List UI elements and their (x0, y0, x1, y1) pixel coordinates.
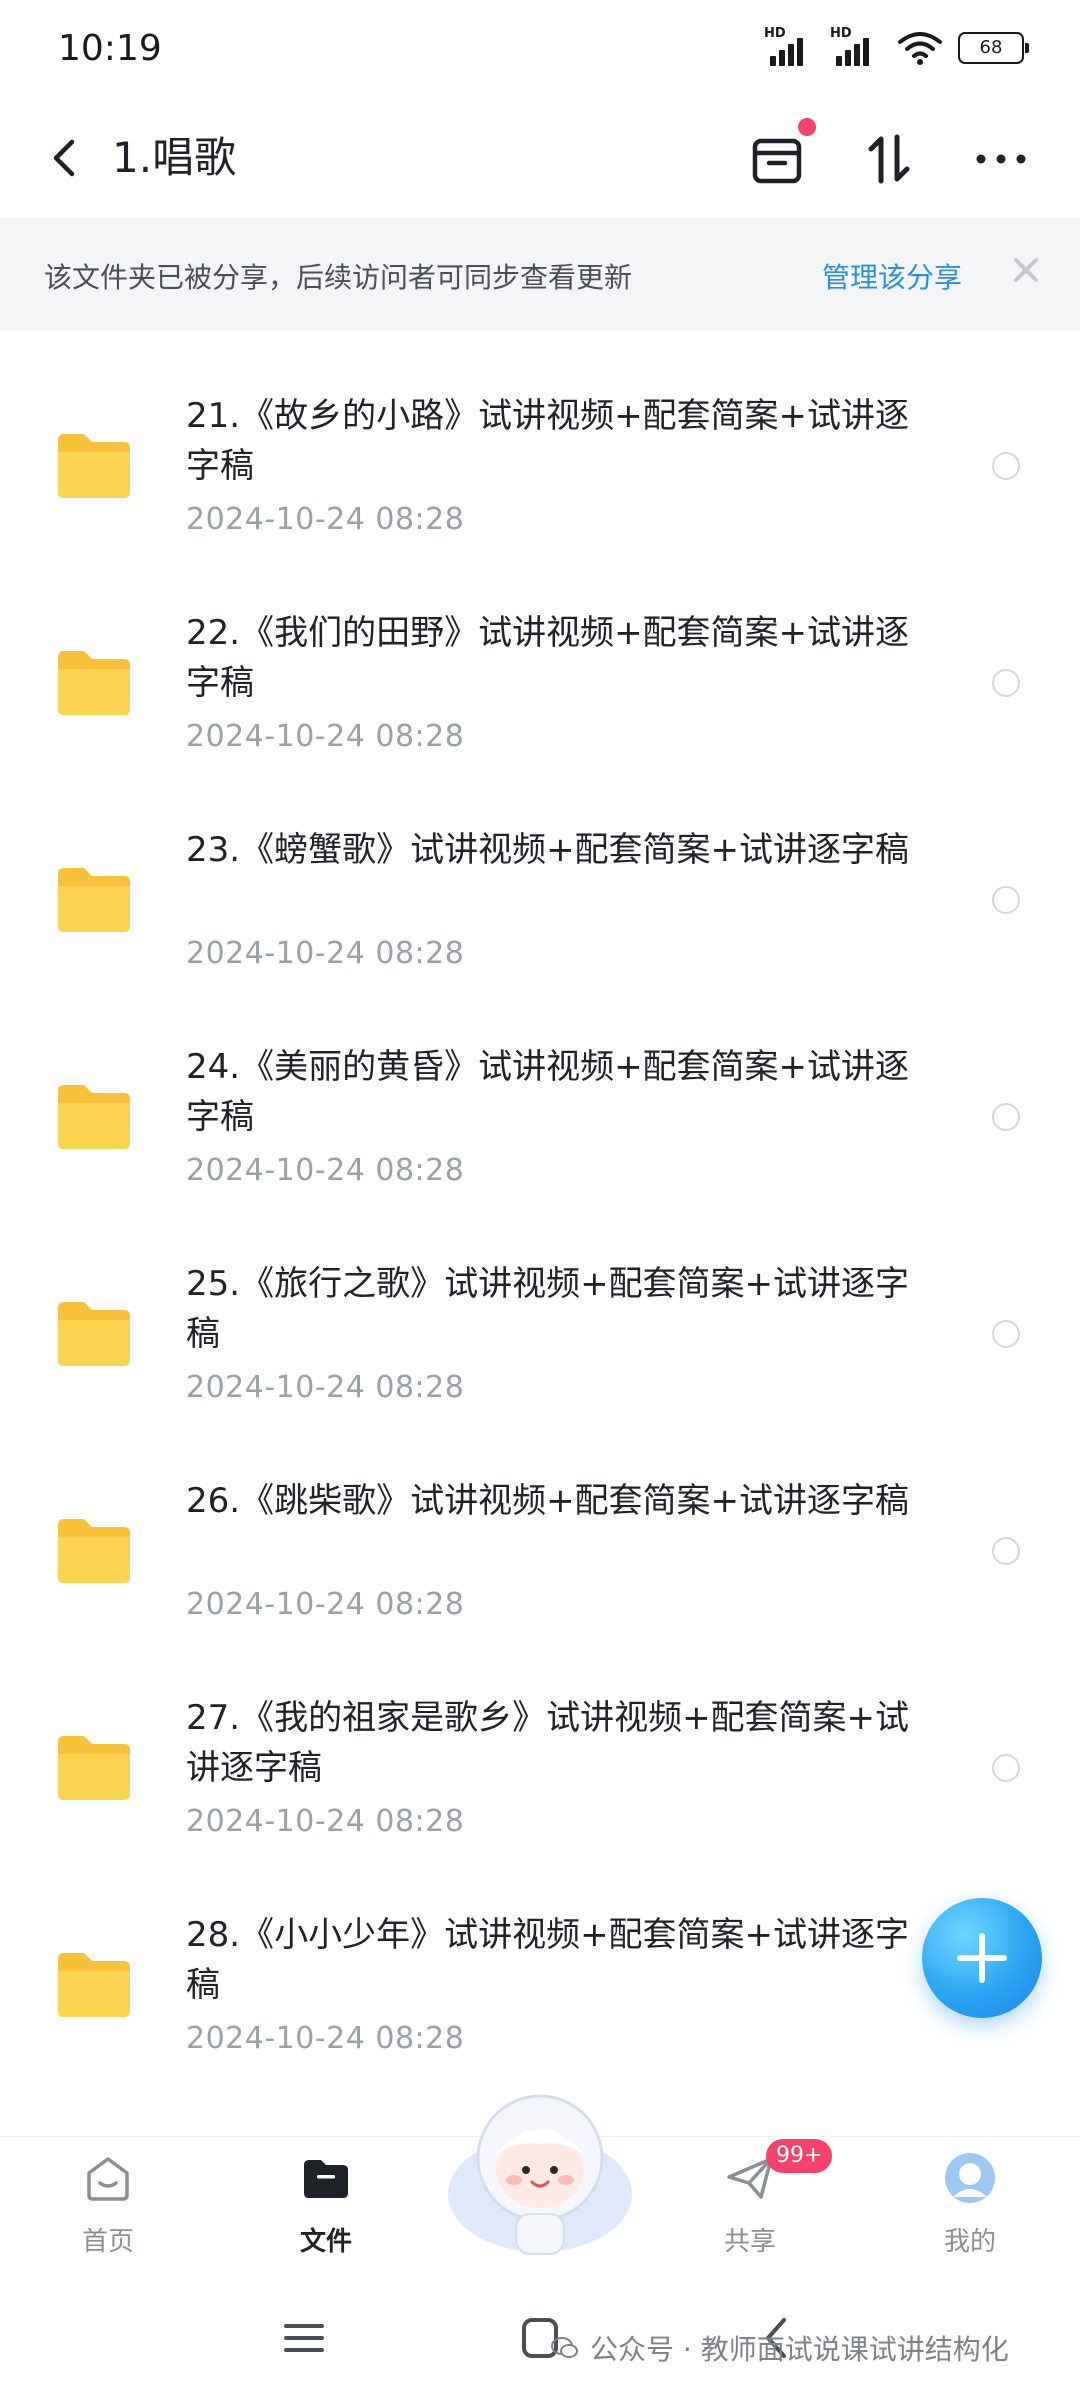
file-name: 27.《我的祖家是歌乡》试讲视频+配套简案+试讲逐字稿 (186, 1698, 910, 1788)
close-icon[interactable] (1006, 250, 1046, 290)
sort-button[interactable] (854, 124, 924, 194)
nav-share[interactable]: 99+ 共享 (690, 2139, 833, 2263)
notification-dot (798, 118, 816, 136)
file-date: 2024-10-24 08:28 (186, 502, 465, 537)
file-name: 25.《旅行之歌》试讲视频+配套简案+试讲逐字稿 (186, 1264, 910, 1354)
file-name: 21.《故乡的小路》试讲视频+配套简案+试讲逐字稿 (186, 396, 910, 486)
tray-icon (752, 138, 802, 184)
wifi-icon (898, 32, 942, 65)
folder-icon (58, 651, 130, 715)
share-banner-text: 该文件夹已被分享，后续访问者可同步查看更新 (44, 261, 633, 294)
watermark: 公众号 · 教师面试说课试讲结构化 (550, 2328, 1009, 2368)
file-item[interactable]: 25.《旅行之歌》试讲视频+配套简案+试讲逐字稿 2024-10-24 08:2… (0, 1198, 1080, 1415)
file-date: 2024-10-24 08:28 (186, 2021, 465, 2056)
select-checkbox[interactable] (992, 669, 1020, 697)
file-date: 2024-10-24 08:28 (186, 936, 465, 971)
add-button[interactable] (922, 1898, 1042, 2018)
watermark-text: 公众号 · 教师面试说课试讲结构化 (590, 2333, 1009, 2366)
share-banner: 该文件夹已被分享，后续访问者可同步查看更新 管理该分享 (0, 218, 1080, 330)
more-button[interactable] (966, 124, 1036, 194)
nav-home-label: 首页 (81, 2227, 134, 2257)
nav-files[interactable]: 文件 (266, 2143, 386, 2263)
back-arrow-icon[interactable] (44, 130, 84, 186)
file-date: 2024-10-24 08:28 (186, 1153, 465, 1188)
nav-home[interactable]: 首页 (48, 2143, 168, 2263)
signal-icon: HD (764, 26, 816, 66)
nav-me-label: 我的 (943, 2227, 996, 2257)
system-nav-bar: 公众号 · 教师面试说课试讲结构化 (0, 2270, 1080, 2401)
file-item[interactable]: 23.《螃蟹歌》试讲视频+配套简案+试讲逐字稿 2024-10-24 08:28 (0, 764, 1080, 981)
select-checkbox[interactable] (992, 1320, 1020, 1348)
folder-icon (58, 1736, 130, 1800)
folder-icon (58, 868, 130, 932)
menu-icon[interactable] (274, 2310, 334, 2366)
file-name: 23.《螃蟹歌》试讲视频+配套简案+试讲逐字稿 (186, 830, 910, 870)
sort-icon (868, 134, 910, 184)
nav-share-label: 共享 (723, 2227, 776, 2257)
select-checkbox[interactable] (992, 1754, 1020, 1782)
file-date: 2024-10-24 08:28 (186, 1587, 465, 1622)
file-name: 22.《我们的田野》试讲视频+配套简案+试讲逐字稿 (186, 613, 910, 703)
file-item[interactable]: 26.《跳柴歌》试讲视频+配套简案+试讲逐字稿 2024-10-24 08:28 (0, 1415, 1080, 1632)
file-item[interactable]: 24.《美丽的黄昏》试讲视频+配套简案+试讲逐字稿 2024-10-24 08:… (0, 981, 1080, 1198)
select-checkbox[interactable] (992, 1537, 1020, 1565)
file-date: 2024-10-24 08:28 (186, 719, 465, 754)
file-item[interactable]: 28.《小小少年》试讲视频+配套简案+试讲逐字稿 2024-10-24 08:2… (0, 1849, 1080, 2066)
select-checkbox[interactable] (992, 886, 1020, 914)
battery-icon: 68 (958, 32, 1029, 64)
header: 1.唱歌 (0, 100, 1080, 218)
file-item[interactable]: 22.《我们的田野》试讲视频+配套简案+试讲逐字稿 2024-10-24 08:… (0, 547, 1080, 764)
file-date: 2024-10-24 08:28 (186, 1370, 465, 1405)
plus-icon (957, 1933, 1007, 1983)
wechat-icon (551, 2337, 578, 2358)
file-date: 2024-10-24 08:28 (186, 1804, 465, 1839)
share-badge: 99+ (766, 2139, 833, 2173)
status-time: 10:19 (58, 28, 162, 69)
folder-icon (58, 1953, 130, 2017)
file-name: 26.《跳柴歌》试讲视频+配套简案+试讲逐字稿 (186, 1481, 910, 1521)
status-icons: HD HD 68 (764, 26, 1029, 66)
folder-icon (58, 1085, 130, 1149)
folder-icon (58, 434, 130, 498)
select-checkbox[interactable] (992, 1103, 1020, 1131)
mascot-assistant-icon[interactable] (440, 2074, 640, 2264)
folder-icon (304, 2160, 348, 2198)
folder-icon (58, 1519, 130, 1583)
manage-share-link[interactable]: 管理该分享 (822, 256, 962, 296)
file-name: 24.《美丽的黄昏》试讲视频+配套简案+试讲逐字稿 (186, 1047, 910, 1137)
nav-files-label: 文件 (299, 2227, 352, 2257)
transfer-list-button[interactable] (742, 118, 816, 194)
signal-icon-2: HD (830, 26, 882, 66)
file-item[interactable]: 21.《故乡的小路》试讲视频+配套简案+试讲逐字稿 2024-10-24 08:… (0, 330, 1080, 547)
file-name: 28.《小小少年》试讲视频+配套简案+试讲逐字稿 (186, 1915, 910, 2005)
avatar-icon (945, 2153, 995, 2203)
nav-me[interactable]: 我的 (910, 2143, 1030, 2263)
page-title: 1.唱歌 (112, 133, 237, 182)
select-checkbox[interactable] (992, 452, 1020, 480)
file-item[interactable]: 27.《我的祖家是歌乡》试讲视频+配套简案+试讲逐字稿 2024-10-24 0… (0, 1632, 1080, 1849)
home-icon (87, 2157, 129, 2201)
more-dots-icon (976, 154, 1026, 164)
status-bar: 10:19 HD HD 68 (0, 0, 1080, 100)
folder-icon (58, 1302, 130, 1366)
